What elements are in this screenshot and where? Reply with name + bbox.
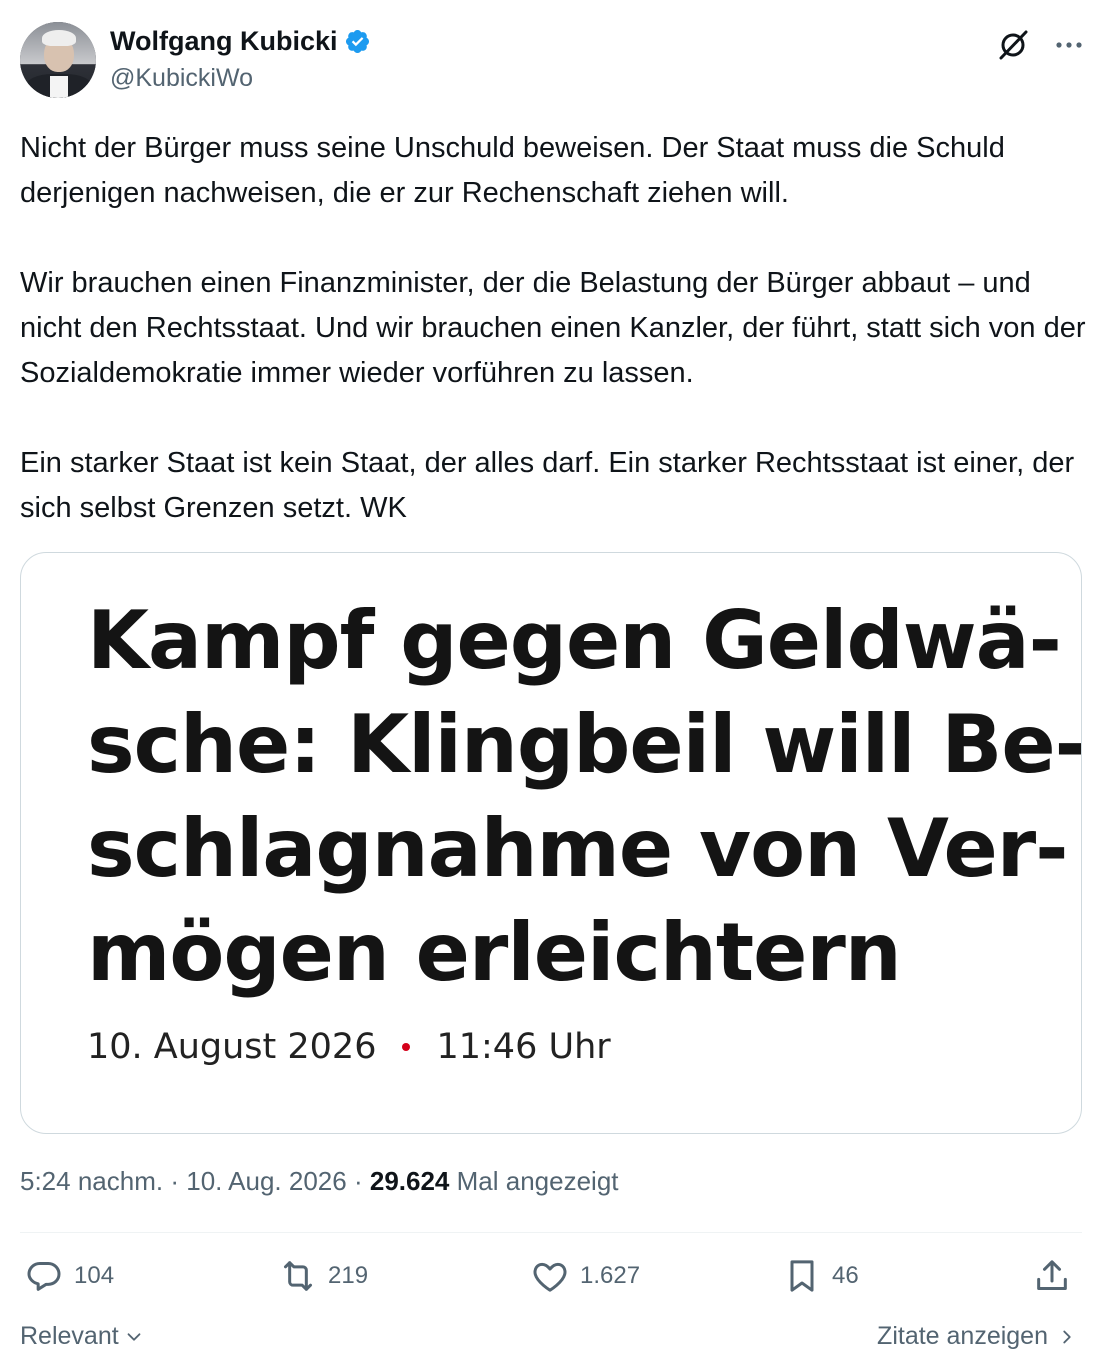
view-quotes-link[interactable]: Zitate anzeigen xyxy=(877,1322,1078,1351)
like-count: 1.627 xyxy=(580,1262,641,1289)
share-button[interactable] xyxy=(1032,1256,1072,1296)
headline-line: schlagnahme von Ver- xyxy=(87,802,1068,895)
sort-label: Relevant xyxy=(20,1322,119,1350)
action-bar: 104 219 1.627 46 xyxy=(20,1256,1082,1300)
reply-count: 104 xyxy=(74,1262,115,1289)
meta-separator: · xyxy=(353,1166,363,1196)
sort-dropdown[interactable]: Relevant xyxy=(20,1322,145,1351)
share-icon xyxy=(1037,1260,1067,1290)
chevron-right-icon xyxy=(1063,1330,1071,1343)
post-paragraph: Wir brauchen einen Finanzminister, der d… xyxy=(20,267,1086,389)
media-date: 10. August 2026 xyxy=(87,1027,377,1067)
bookmark-count: 46 xyxy=(832,1262,859,1289)
grok-icon[interactable] xyxy=(996,28,1030,62)
headline-line: sche: Klingbeil will Be- xyxy=(87,698,1082,791)
media-dateline: 10. August 2026 11:46 Uhr xyxy=(87,1027,611,1067)
like-button[interactable]: 1.627 xyxy=(530,1256,640,1296)
repost-button[interactable]: 219 xyxy=(278,1256,368,1296)
reply-icon xyxy=(27,1262,61,1291)
avatar[interactable] xyxy=(20,22,96,98)
bookmark-button[interactable]: 46 xyxy=(782,1256,859,1296)
post-meta: 5:24 nachm. · 10. Aug. 2026 · 29.624 Mal… xyxy=(20,1166,619,1197)
post-paragraph: Ein starker Staat ist kein Staat, der al… xyxy=(20,447,1075,524)
verified-badge-icon xyxy=(345,29,369,54)
chevron-down-icon xyxy=(127,1332,141,1341)
headline-line: Kampf gegen Geldwä- xyxy=(87,594,1062,687)
reply-sort-bar: Relevant Zitate anzeigen xyxy=(20,1322,1082,1354)
view-label: Mal angezeigt xyxy=(456,1166,619,1196)
media-time: 11:46 Uhr xyxy=(436,1027,611,1067)
separator-dot xyxy=(402,1043,411,1051)
post-text: Nicht der Bürger muss seine Unschuld bew… xyxy=(20,126,1086,531)
media-image[interactable]: Kampf gegen Geldwä- sche: Klingbeil will… xyxy=(20,552,1082,1134)
post-header: Wolfgang Kubicki @KubickiWo xyxy=(20,22,1086,100)
headline-line: mögen erleichtern xyxy=(87,906,902,999)
divider xyxy=(20,1232,1082,1233)
post-time[interactable]: 5:24 nachm. xyxy=(20,1166,163,1196)
author-handle[interactable]: @KubickiWo xyxy=(110,64,253,93)
view-count[interactable]: 29.624 xyxy=(370,1166,450,1196)
post-date[interactable]: 10. Aug. 2026 xyxy=(186,1166,346,1196)
reply-button[interactable]: 104 xyxy=(24,1256,114,1296)
media-headline: Kampf gegen Geldwä- sche: Klingbeil will… xyxy=(87,589,1082,1005)
repost-icon xyxy=(284,1261,312,1291)
bookmark-icon xyxy=(790,1260,814,1292)
author-name-row[interactable]: Wolfgang Kubicki xyxy=(110,26,371,57)
quotes-label: Zitate anzeigen xyxy=(877,1322,1048,1350)
author-name[interactable]: Wolfgang Kubicki xyxy=(110,26,338,57)
like-icon xyxy=(533,1262,567,1292)
repost-count: 219 xyxy=(328,1262,369,1289)
meta-separator: · xyxy=(170,1166,179,1196)
post-paragraph: Nicht der Bürger muss seine Unschuld bew… xyxy=(20,132,1005,209)
more-options-icon[interactable] xyxy=(1052,28,1086,62)
